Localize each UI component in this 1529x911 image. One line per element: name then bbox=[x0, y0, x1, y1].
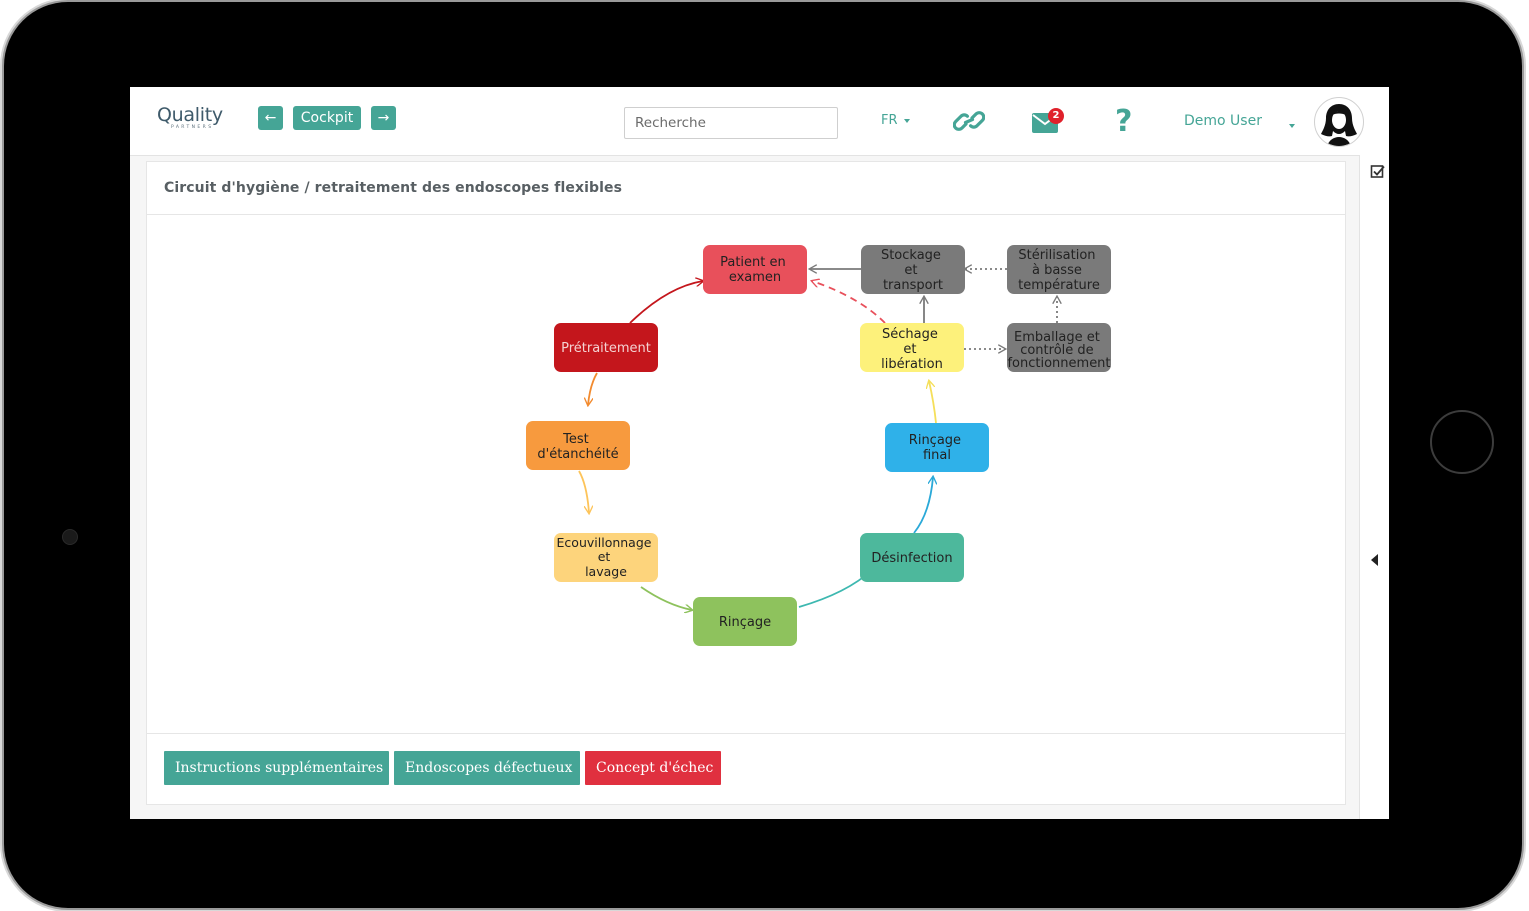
node-test-etancheite[interactable]: Test d'étanchéité bbox=[526, 421, 630, 470]
language-dropdown[interactable]: FR bbox=[881, 113, 910, 128]
help-icon[interactable]: ? bbox=[1115, 105, 1132, 139]
svg-text:Prétraitement: Prétraitement bbox=[561, 341, 651, 356]
panel-footer: Instructions supplémentaires Endoscopes … bbox=[147, 733, 1345, 805]
arrow-right-icon: → bbox=[377, 110, 390, 126]
failure-concept-button[interactable]: Concept d'échec bbox=[585, 751, 721, 785]
home-button[interactable] bbox=[1430, 410, 1494, 474]
edge-rincage-final-to-sechage bbox=[929, 381, 937, 424]
edge-pretraitement-to-test bbox=[588, 372, 598, 405]
edge-patient-to-pretraitement bbox=[629, 281, 703, 324]
svg-text:Rinçage: Rinçage bbox=[719, 615, 771, 630]
logo-text: Quality bbox=[157, 104, 223, 126]
language-label: FR bbox=[881, 113, 898, 128]
svg-text:Emballage et contrôl: Emballage et contrôle de fonctionnement bbox=[1007, 330, 1110, 371]
user-avatar-icon bbox=[1321, 104, 1357, 146]
node-emballage-controle[interactable]: Emballage et contrôle de fonctionnement bbox=[1007, 323, 1111, 372]
cockpit-button[interactable]: Cockpit bbox=[293, 106, 361, 130]
node-rincage-final[interactable]: Rinçage final bbox=[885, 423, 989, 472]
node-sterilisation-basse-temperature[interactable]: Stérilisation à basse température bbox=[1007, 245, 1111, 294]
chevron-down-icon bbox=[903, 118, 910, 123]
edge-desinfection-to-rincage-final bbox=[913, 477, 933, 534]
node-ecouvillonnage-et-lavage[interactable]: Ecouvillonnage et lavage bbox=[554, 533, 658, 582]
node-sechage-et-liberation[interactable]: Séchage et libération bbox=[860, 323, 964, 372]
avatar[interactable] bbox=[1314, 97, 1364, 147]
user-menu-name[interactable]: Demo User bbox=[1184, 113, 1262, 129]
edge-ecouvillonnage-to-rincage bbox=[640, 586, 692, 610]
node-patient-en-examen[interactable]: Patient en examen bbox=[703, 245, 807, 294]
hygiene-cycle-diagram: Patient en examen Stockage et transport … bbox=[526, 245, 1111, 646]
node-pretraitement[interactable]: Prétraitement bbox=[554, 323, 658, 372]
node-rincage[interactable]: Rinçage bbox=[693, 597, 797, 646]
camera-dot bbox=[62, 529, 78, 545]
node-stockage-et-transport[interactable]: Stockage et transport bbox=[861, 245, 965, 294]
forward-button[interactable]: → bbox=[371, 106, 396, 130]
app-logo[interactable]: Quality PARTNERS bbox=[157, 105, 223, 139]
content-panel: Circuit d'hygiène / retraitement des end… bbox=[146, 161, 1346, 805]
app-screen: Quality PARTNERS ← Cockpit → FR 2 ? bbox=[130, 87, 1389, 819]
arrow-left-icon: ← bbox=[264, 110, 277, 126]
mail-badge: 2 bbox=[1048, 108, 1064, 124]
right-sidebar bbox=[1359, 155, 1389, 819]
edge-test-to-ecouvillonnage bbox=[578, 470, 589, 513]
search-input[interactable] bbox=[624, 107, 838, 139]
svg-text:Désinfection: Désinfection bbox=[871, 551, 952, 566]
node-desinfection[interactable]: Désinfection bbox=[860, 533, 964, 582]
panel-header: Circuit d'hygiène / retraitement des end… bbox=[147, 162, 1345, 215]
caret-left-icon[interactable] bbox=[1370, 553, 1380, 567]
defective-endoscopes-button[interactable]: Endoscopes défectueux bbox=[394, 751, 580, 785]
instructions-button[interactable]: Instructions supplémentaires bbox=[164, 751, 389, 785]
top-navbar: Quality PARTNERS ← Cockpit → FR 2 ? bbox=[130, 87, 1389, 156]
svg-text:Patient en examen: Patient en examen bbox=[720, 255, 790, 285]
back-button[interactable]: ← bbox=[258, 106, 283, 130]
checklist-icon[interactable] bbox=[1370, 164, 1385, 179]
link-icon[interactable] bbox=[953, 107, 985, 135]
user-menu-chevron-down-icon[interactable] bbox=[1289, 124, 1295, 128]
page-title: Circuit d'hygiène / retraitement des end… bbox=[164, 180, 623, 196]
